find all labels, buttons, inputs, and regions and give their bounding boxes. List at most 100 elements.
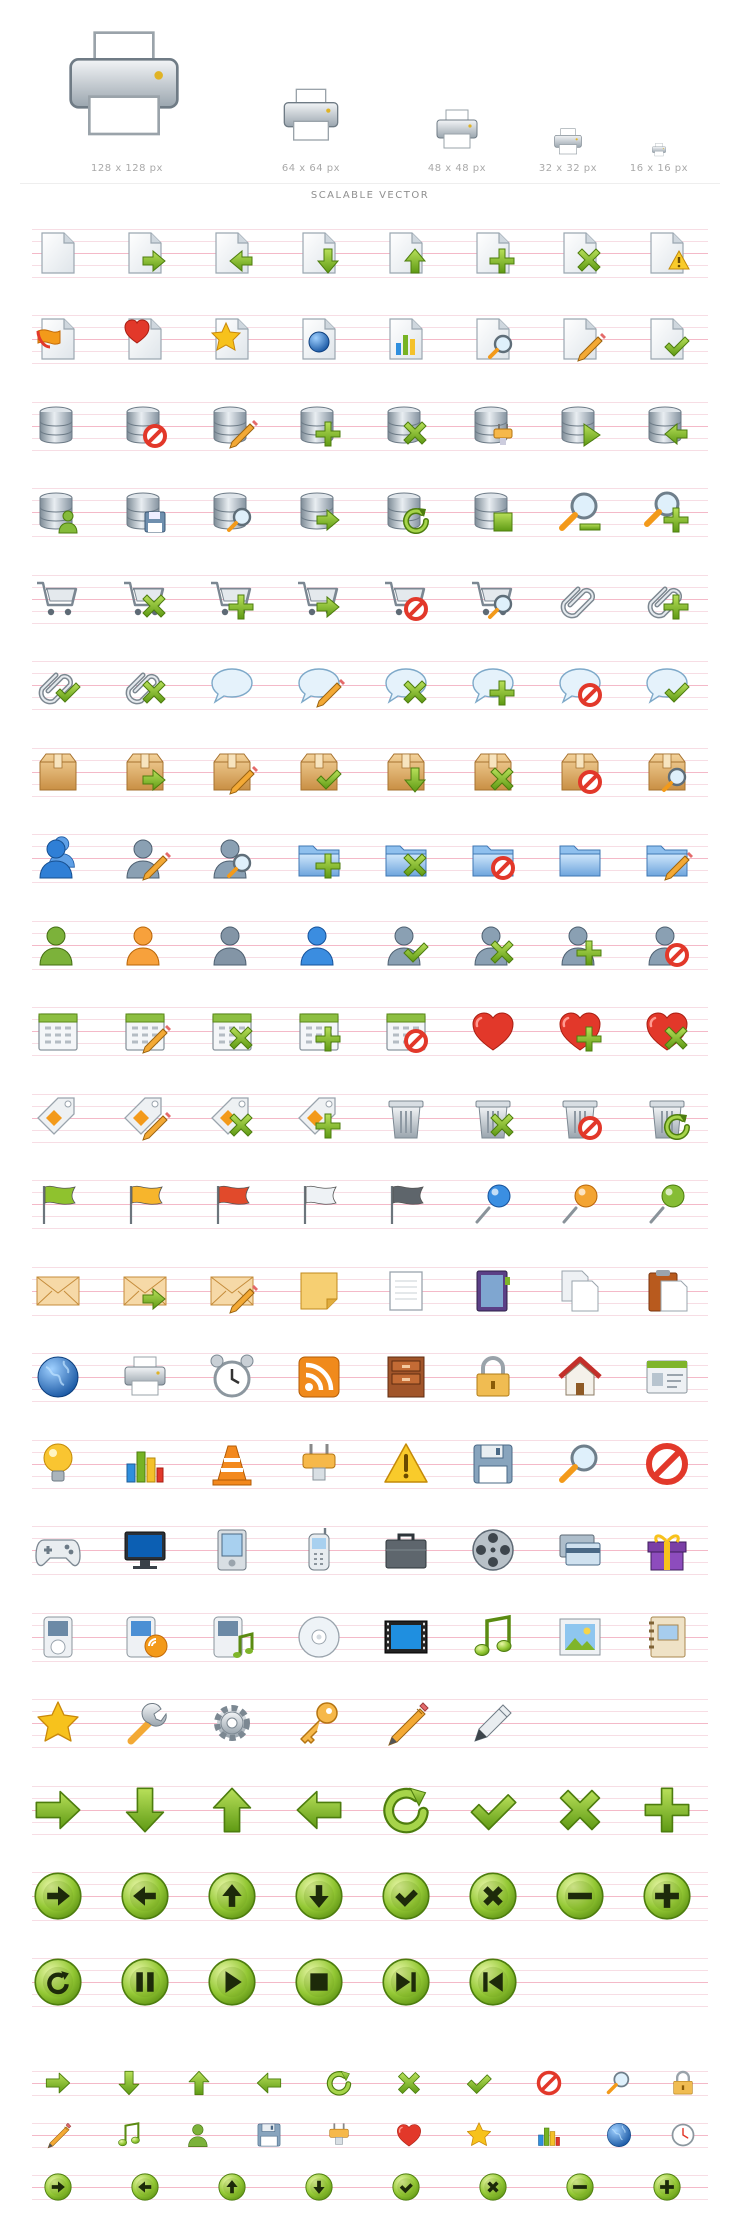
user-edit-icon [121, 834, 171, 882]
globe-icon [34, 1353, 82, 1401]
lock-icon [469, 1353, 517, 1401]
id-card-icon [643, 1353, 691, 1401]
book-icon [469, 1267, 517, 1315]
size-label: 48 x 48 px [427, 163, 487, 174]
trash-delete-icon [469, 1094, 517, 1142]
arrow-up-icon [206, 1784, 258, 1836]
page-edit-icon [556, 315, 606, 363]
film-icon [382, 1613, 430, 1661]
folder-edit-icon [643, 834, 693, 882]
cart-search-icon [469, 575, 517, 623]
circle-check-icon [380, 1870, 432, 1922]
icon-set-sheet: 128 x 128 px 64 x 64 px 48 x 48 px 32 x … [0, 0, 740, 2220]
pda-icon [208, 1526, 256, 1574]
clock-icon [669, 2121, 697, 2149]
bulb-icon [34, 1440, 82, 1488]
disk-icon [255, 2121, 283, 2149]
wrench-icon [121, 1699, 169, 1747]
user-block-icon [643, 921, 691, 969]
star-icon [34, 1699, 82, 1747]
page-check-icon [643, 315, 691, 363]
database-save-icon [121, 488, 169, 536]
circle-arrow-left-icon [130, 2172, 160, 2202]
refresh-icon [325, 2069, 353, 2097]
flag-green-icon [34, 1180, 82, 1228]
user-add-icon [556, 921, 604, 969]
block-icon [643, 1440, 691, 1488]
alarm-clock-icon [208, 1353, 256, 1401]
folder-icon [556, 834, 604, 882]
search-icon [556, 1440, 604, 1488]
calendar-edit-icon [121, 1007, 171, 1055]
database-user-icon [34, 488, 82, 536]
arrow-left-icon [293, 1784, 345, 1836]
phone-icon [295, 1526, 343, 1574]
arrow-left-icon [255, 2069, 283, 2097]
pin-blue-icon [469, 1180, 517, 1228]
pin-green-icon [643, 1180, 691, 1228]
database-play-icon [556, 402, 604, 450]
circle-arrow-down-icon [304, 2172, 334, 2202]
note-icon [295, 1267, 343, 1315]
arrow-right-icon [44, 2069, 72, 2097]
refresh-icon [380, 1784, 432, 1836]
page-add-icon [469, 229, 517, 277]
page-star-icon [208, 315, 256, 363]
database-search-icon [208, 488, 256, 536]
database-refresh-icon [382, 488, 430, 536]
comment-edit-icon [295, 661, 345, 709]
heart-icon [395, 2121, 423, 2149]
flag-black-icon [382, 1180, 430, 1228]
cart-add-icon [208, 575, 256, 623]
pen-icon [469, 1699, 517, 1747]
attach-add-icon [643, 575, 691, 623]
pages-icon [556, 1267, 604, 1315]
box-icon [34, 748, 82, 796]
folder-delete-icon [382, 834, 430, 882]
calendar-icon [34, 1007, 82, 1055]
circle-pause-icon [119, 1956, 171, 2008]
box-block-icon [556, 748, 604, 796]
database-block-icon [121, 402, 169, 450]
check-icon [467, 1784, 519, 1836]
printer-icon [279, 84, 343, 148]
circle-cross-icon [478, 2172, 508, 2202]
user-green-icon [185, 2121, 213, 2149]
music-icon [469, 1613, 517, 1661]
box-edit-icon [208, 748, 258, 796]
folder-block-icon [469, 834, 517, 882]
plug-icon [295, 1440, 343, 1488]
page-delete-icon [556, 229, 604, 277]
briefcase-icon [382, 1526, 430, 1574]
circle-arrow-down-icon [293, 1870, 345, 1922]
page-arrow-left-icon [208, 229, 256, 277]
calendar-block-icon [382, 1007, 430, 1055]
database-add-icon [295, 402, 343, 450]
attach-delete-icon [121, 661, 169, 709]
user-green-icon [34, 921, 82, 969]
attach-icon [556, 575, 604, 623]
printer-icon [60, 22, 188, 150]
size-label: 16 x 16 px [629, 163, 689, 174]
page-chart-icon [382, 315, 430, 363]
zoom-in-icon [643, 488, 691, 536]
circle-previous-icon [467, 1956, 519, 2008]
block-icon [535, 2069, 563, 2097]
gift-icon [643, 1526, 691, 1574]
zoom-out-icon [556, 488, 604, 536]
scalable-vector-title: SCALABLE VECTOR [310, 190, 430, 201]
mail-icon [34, 1267, 82, 1315]
printer-icon [552, 126, 584, 158]
search-icon [605, 2069, 633, 2097]
tag-add-icon [295, 1094, 343, 1142]
user-delete-icon [469, 921, 517, 969]
database-delete-icon [382, 402, 430, 450]
trash-icon [382, 1094, 430, 1142]
circle-play-icon [206, 1956, 258, 2008]
cart-block-icon [382, 575, 430, 623]
printer-icon [121, 1353, 169, 1401]
rss-icon [295, 1353, 343, 1401]
flag-red-icon [208, 1180, 256, 1228]
calendar-add-icon [295, 1007, 343, 1055]
user-blue-icon [295, 921, 343, 969]
